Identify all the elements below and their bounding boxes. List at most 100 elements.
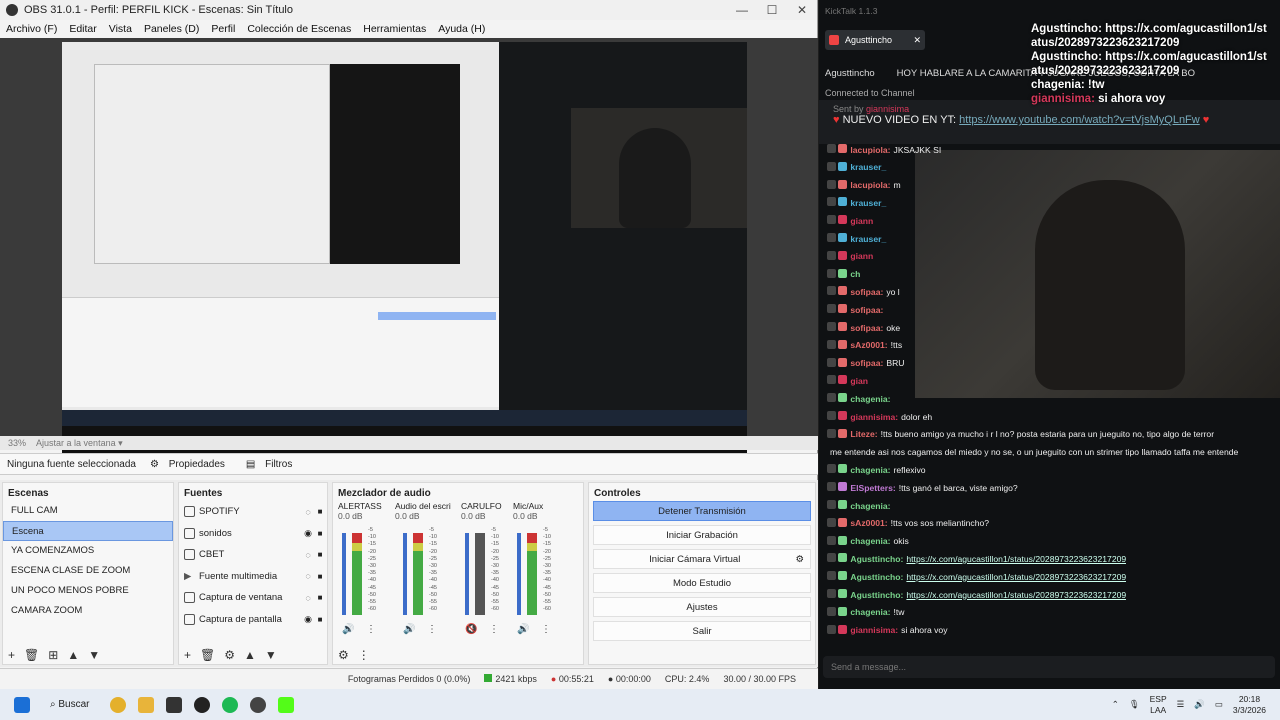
chat-username[interactable]: giannisima: (850, 625, 898, 635)
chat-input[interactable]: Send a message... (823, 656, 1275, 678)
scene-item[interactable]: UN POCO MENOS POBRE (3, 581, 173, 601)
kick-taskbar-icon[interactable] (277, 696, 294, 713)
lock-icon[interactable]: ■ (313, 593, 327, 602)
lock-icon[interactable]: ■ (313, 507, 327, 516)
close-tab-icon[interactable]: ✕ (913, 35, 921, 46)
remove-source-button[interactable]: 🗑 (200, 648, 215, 662)
gear-icon[interactable]: ⚙ (795, 550, 804, 570)
speaker-icon[interactable]: 🔊 (403, 624, 415, 635)
move-down-button[interactable]: ▼ (88, 648, 100, 662)
eye-icon[interactable]: ◌ (303, 593, 313, 603)
scene-item[interactable]: CAMARA ZOOM (3, 601, 173, 621)
chat-username[interactable]: lacupiola: (850, 180, 890, 190)
channel-menu-icon[interactable]: ⋮ (366, 624, 376, 635)
battery-icon[interactable]: ▭ (1215, 699, 1223, 710)
menu-herramientas[interactable]: Herramientas (357, 23, 432, 35)
move-up-button[interactable]: ▲ (67, 648, 79, 662)
volume-slider[interactable] (342, 533, 346, 615)
volume-slider[interactable] (517, 533, 521, 615)
folder-icon[interactable] (137, 696, 154, 713)
obs-taskbar-icon[interactable] (249, 696, 266, 713)
lock-icon[interactable]: ■ (313, 615, 327, 624)
chat-username[interactable]: krauser_ (850, 162, 886, 172)
chat-username[interactable]: Agusttincho: (850, 572, 903, 582)
fit-window-select[interactable]: Ajustar a la ventana (36, 438, 116, 448)
maximize-button[interactable]: ☐ (757, 3, 787, 17)
chat-username[interactable]: chagenia: (850, 501, 890, 511)
source-item[interactable]: Captura de ventana ◌ ■ (179, 587, 327, 609)
chat-username[interactable]: chagenia: (850, 465, 890, 475)
source-up-button[interactable]: ▲ (244, 648, 256, 662)
add-source-button[interactable]: + (184, 648, 191, 662)
menu-vista[interactable]: Vista (103, 23, 138, 35)
muted-speaker-icon[interactable]: 🔇 (465, 624, 477, 635)
start-recording-button[interactable]: Iniciar Grabación (593, 525, 811, 545)
chevron-up-icon[interactable]: ⌃ (1112, 699, 1119, 710)
virtual-camera-button[interactable]: Iniciar Cámara Virtual ⚙ (593, 549, 811, 569)
volume-icon[interactable]: 🔊 (1194, 699, 1205, 710)
minimize-button[interactable]: — (727, 3, 757, 17)
eye-icon[interactable]: ◌ (303, 571, 313, 581)
source-settings-button[interactable]: ⚙ (224, 648, 235, 662)
preview-canvas[interactable] (62, 42, 747, 466)
filters-button[interactable]: ▤ Filtros (239, 459, 306, 470)
speaker-icon[interactable]: 🔊 (342, 624, 354, 635)
source-item[interactable]: CBET ◌ ■ (179, 544, 327, 566)
chat-username[interactable]: krauser_ (850, 198, 886, 208)
lock-icon[interactable]: ■ (313, 572, 327, 581)
clock[interactable]: 20:18 3/3/2026 (1233, 694, 1266, 716)
channel-tab[interactable]: Agusttincho ✕ (825, 30, 925, 50)
spotify-icon[interactable] (221, 696, 238, 713)
menu-ayuda[interactable]: Ayuda (H) (432, 23, 491, 35)
search-button[interactable]: ⌕ Buscar (50, 699, 90, 710)
wifi-icon[interactable]: ☰ (1177, 699, 1185, 710)
stop-stream-button[interactable]: Detener Transmisión (593, 501, 811, 521)
scene-item-selected[interactable]: Escena (3, 521, 173, 541)
chatgpt-icon[interactable] (193, 696, 210, 713)
source-down-button[interactable]: ▼ (265, 648, 277, 662)
language-indicator[interactable]: ESP LAA (1150, 694, 1167, 716)
channel-menu-icon[interactable]: ⋮ (427, 624, 437, 635)
scene-filter-button[interactable]: ⊞ (48, 648, 58, 662)
channel-menu-icon[interactable]: ⋮ (489, 624, 499, 635)
properties-button[interactable]: ⚙ Propiedades (143, 459, 239, 470)
close-button[interactable]: ✕ (787, 3, 817, 17)
chat-username[interactable]: Liteze: (850, 429, 877, 439)
scene-item[interactable]: FULL CAM (3, 501, 173, 521)
channel-menu-icon[interactable]: ⋮ (541, 624, 551, 635)
obs-preview[interactable] (0, 38, 818, 466)
chat-username[interactable]: ElSpetters: (850, 483, 895, 493)
scene-item[interactable]: ESCENA CLASE DE ZOOM (3, 561, 173, 581)
menu-archivo[interactable]: Archivo (F) (0, 23, 63, 35)
source-item[interactable]: ▶ Fuente multimedia ◌ ■ (179, 566, 327, 588)
speaker-icon[interactable]: 🔊 (517, 624, 529, 635)
chrome-icon[interactable] (109, 696, 126, 713)
chat-username[interactable]: sAz0001: (850, 340, 887, 350)
menu-perfil[interactable]: Perfil (205, 23, 241, 35)
source-item[interactable]: SPOTIFY ◌ ■ (179, 501, 327, 523)
start-icon[interactable] (14, 696, 30, 713)
notepad-icon[interactable] (165, 696, 182, 713)
exit-button[interactable]: Salir (593, 621, 811, 641)
settings-button[interactable]: Ajustes (593, 597, 811, 617)
chat-username[interactable]: giannisima: (850, 412, 898, 422)
chat-username[interactable]: Agusttincho: (850, 554, 903, 564)
chat-username[interactable]: sofipaa: (850, 323, 883, 333)
volume-slider[interactable] (403, 533, 407, 615)
menu-editar[interactable]: Editar (63, 23, 102, 35)
chat-username[interactable]: giann (850, 216, 873, 226)
mixer-menu-icon[interactable]: ⋮ (358, 648, 370, 662)
chat-username[interactable]: chagenia: (850, 536, 890, 546)
chat-username[interactable]: gian (850, 376, 868, 386)
chat-username[interactable]: krauser_ (850, 234, 886, 244)
chat-username[interactable]: Agusttincho: (850, 590, 903, 600)
eye-icon[interactable]: ◌ (303, 550, 313, 560)
chat-username[interactable]: lacupiola: (850, 145, 890, 155)
mixer-settings-icon[interactable]: ⚙ (338, 648, 349, 662)
chat-username[interactable]: chagenia: (850, 607, 890, 617)
lock-icon[interactable]: ■ (313, 550, 327, 559)
menu-coleccion[interactable]: Colección de Escenas (241, 23, 357, 35)
eye-icon[interactable]: ◉ (303, 528, 313, 539)
chat-username[interactable]: chagenia: (850, 394, 890, 404)
remove-scene-button[interactable]: 🗑 (24, 648, 39, 662)
